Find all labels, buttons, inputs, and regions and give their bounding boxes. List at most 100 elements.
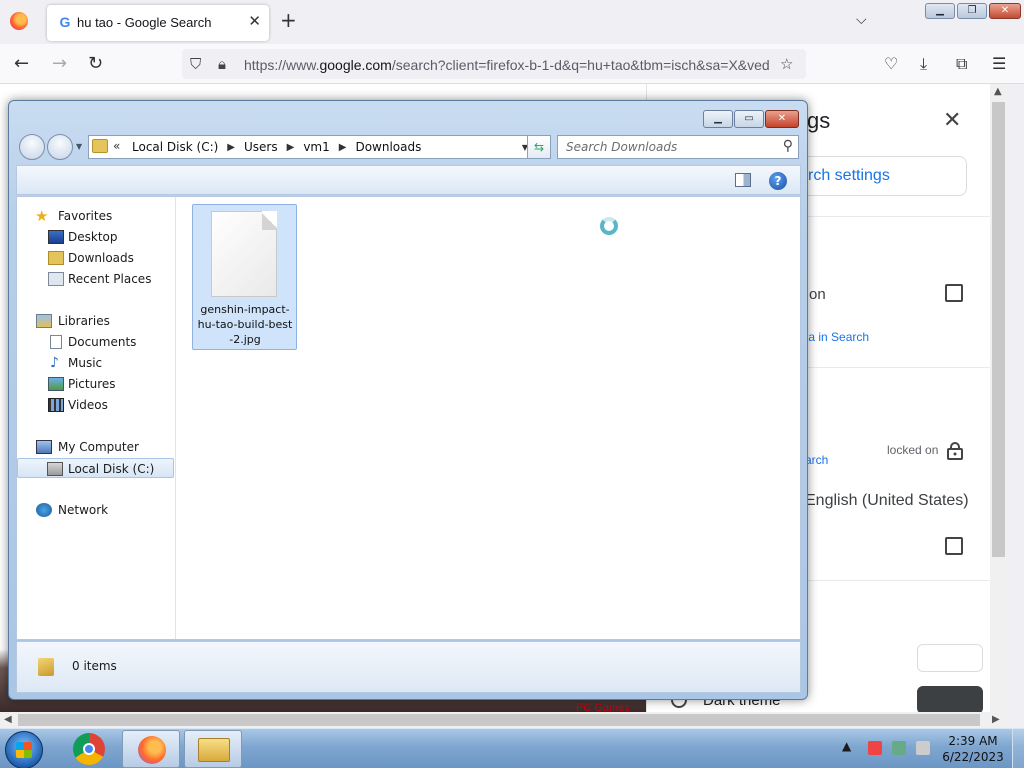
nav-libraries[interactable]: Libraries — [17, 311, 174, 331]
nav-my-computer[interactable]: My Computer — [17, 437, 174, 457]
taskbar-explorer[interactable] — [184, 730, 242, 768]
dark-theme-preview[interactable] — [917, 686, 983, 714]
lock-icon[interactable]: 🔒︎ — [218, 55, 226, 73]
taskbar-firefox[interactable] — [122, 730, 180, 768]
maximize-button[interactable]: ▭ — [734, 110, 764, 128]
close-button[interactable]: ✕ — [765, 110, 799, 128]
list-tabs-chevron-icon[interactable]: ⌵ — [856, 12, 867, 28]
light-theme-preview[interactable] — [917, 644, 983, 672]
shield-icon[interactable]: ⛉ — [190, 55, 201, 73]
nav-music[interactable]: ♪ Music — [17, 353, 174, 373]
show-hidden-icons-icon[interactable]: ▲ — [842, 739, 851, 753]
minimize-button[interactable]: ▁ — [925, 3, 955, 19]
close-button[interactable]: ✕ — [989, 3, 1021, 19]
settings-panel-title: gs — [807, 108, 831, 133]
forward-arrow-icon[interactable]: → — [52, 54, 67, 74]
explorer-window: ▁ ▭ ✕ ▼ « Local Disk (C:) ▶ Users ▶ vm1 … — [8, 100, 808, 700]
help-icon[interactable]: ? — [769, 172, 787, 190]
search-icon[interactable]: ⚲ — [783, 138, 793, 154]
show-desktop-button[interactable] — [1012, 729, 1024, 768]
nav-pictures[interactable]: Pictures — [17, 374, 174, 394]
menu-hamburger-icon[interactable]: ☰ — [992, 54, 1006, 74]
system-clock[interactable]: 2:39 AM 6/22/2023 — [940, 733, 1006, 765]
star-icon: ★ — [35, 207, 49, 225]
folder-icon — [92, 139, 108, 153]
breadcrumb-item[interactable]: vm1 — [299, 140, 333, 156]
nav-label: Recent Places — [68, 272, 152, 286]
documents-icon — [50, 335, 62, 349]
back-button[interactable] — [19, 134, 45, 160]
lock-icon — [947, 442, 963, 460]
close-icon[interactable]: ✕ — [943, 108, 961, 133]
forward-button[interactable] — [47, 134, 73, 160]
nav-label: Videos — [68, 398, 108, 412]
scroll-left-arrow-icon[interactable]: ◀ — [4, 714, 12, 725]
preview-pane-icon[interactable] — [735, 173, 751, 187]
scroll-up-arrow-icon[interactable]: ▲ — [994, 86, 1002, 97]
file-fold-corner — [262, 211, 277, 230]
chevron-right-icon[interactable]: ▶ — [222, 140, 240, 156]
url-bar[interactable]: ⛉ 🔒︎ https://www.google.com/search?clien… — [182, 49, 806, 79]
nav-recent-places[interactable]: Recent Places — [17, 269, 174, 289]
nav-label: Desktop — [68, 230, 118, 244]
pocket-icon[interactable]: ♡ — [884, 54, 898, 74]
firefox-icon — [138, 736, 166, 764]
all-search-settings-button[interactable]: rch settings — [787, 156, 967, 196]
computer-icon — [36, 440, 52, 454]
nav-desktop[interactable]: Desktop — [17, 227, 174, 247]
language-value[interactable]: English (United States) — [805, 492, 969, 510]
breadcrumb: Local Disk (C:) ▶ Users ▶ vm1 ▶ Download… — [128, 140, 425, 156]
horizontal-scrollbar[interactable]: ◀ ▶ — [0, 712, 1007, 728]
tab-close-icon[interactable]: ✕ — [248, 12, 261, 30]
nav-network[interactable]: Network — [17, 500, 174, 520]
network-status-icon[interactable] — [892, 741, 906, 755]
nav-videos[interactable]: Videos — [17, 395, 174, 415]
open-external-icon[interactable] — [945, 284, 963, 302]
chevron-right-icon[interactable]: ▶ — [282, 140, 300, 156]
nav-downloads[interactable]: Downloads — [17, 248, 174, 268]
minimize-button[interactable]: ▁ — [703, 110, 733, 128]
explorer-window-controls: ▁ ▭ ✕ — [703, 110, 799, 128]
breadcrumb-item[interactable]: Users — [240, 140, 282, 156]
taskbar-chrome[interactable] — [60, 730, 118, 768]
nav-label: Local Disk (C:) — [68, 462, 155, 476]
bookmark-star-icon[interactable]: ☆ — [780, 55, 793, 73]
search-box[interactable]: Search Downloads ⚲ — [557, 135, 799, 159]
chevron-right-icon[interactable]: ▶ — [334, 140, 352, 156]
recent-pages-dropdown-icon[interactable]: ▼ — [76, 142, 82, 151]
search-link[interactable]: arch — [805, 453, 828, 467]
nav-favorites[interactable]: ★ Favorites — [17, 206, 174, 226]
nav-documents[interactable]: Documents — [17, 332, 174, 352]
open-external-icon[interactable] — [945, 537, 963, 555]
url-text[interactable]: https://www.google.com/search?client=fir… — [244, 57, 774, 73]
restore-button[interactable]: ❐ — [957, 3, 987, 19]
reload-icon[interactable]: ↻ — [88, 54, 103, 74]
breadcrumb-item[interactable]: Local Disk (C:) — [128, 140, 222, 156]
breadcrumb-item[interactable]: Downloads — [351, 140, 425, 156]
browser-tab-strip: G hu tao - Google Search ✕ + ⌵ ▁ ❐ ✕ — [0, 0, 1024, 44]
explorer-content: ★ Favorites Desktop Downloads Recent Pla… — [16, 196, 801, 640]
scrollbar-thumb[interactable] — [18, 714, 980, 726]
breadcrumb-overflow[interactable]: « — [113, 139, 120, 153]
extensions-icon[interactable]: ⧉ — [956, 54, 967, 74]
address-bar[interactable]: « Local Disk (C:) ▶ Users ▶ vm1 ▶ Downlo… — [88, 135, 533, 159]
downloads-icon[interactable]: ⤓ — [920, 54, 927, 74]
firefox-icon[interactable] — [10, 12, 28, 30]
nav-local-disk[interactable]: Local Disk (C:) — [17, 458, 174, 478]
search-placeholder[interactable]: Search Downloads — [566, 140, 677, 154]
scroll-right-arrow-icon[interactable]: ▶ — [992, 714, 1000, 725]
new-tab-button[interactable]: + — [280, 10, 297, 30]
action-center-flag-icon[interactable] — [868, 741, 882, 755]
volume-muted-icon[interactable] — [916, 741, 930, 755]
browser-tab[interactable]: G hu tao - Google Search ✕ — [47, 5, 269, 41]
scrollbar-thumb[interactable] — [992, 102, 1005, 557]
back-arrow-icon[interactable]: ← — [14, 54, 29, 74]
data-in-search-link[interactable]: ta in Search — [805, 330, 869, 344]
file-item[interactable]: genshin-impact-hu-tao-build-best-2.jpg — [192, 204, 297, 350]
refresh-button[interactable]: ⇆ — [527, 135, 551, 159]
vertical-scrollbar[interactable]: ▲ — [990, 84, 1007, 712]
nav-label: Downloads — [68, 251, 134, 265]
navigation-pane: ★ Favorites Desktop Downloads Recent Pla… — [17, 197, 176, 639]
details-pane: 0 items — [16, 641, 801, 693]
start-button[interactable] — [5, 731, 43, 768]
